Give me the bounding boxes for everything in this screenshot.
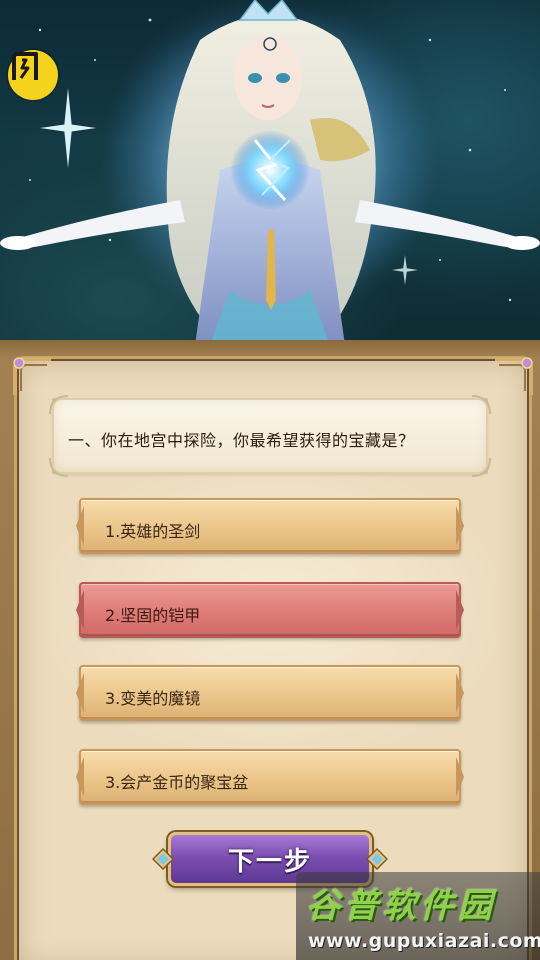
hero-illustration [0, 0, 540, 345]
lightning-logo-icon [12, 52, 38, 80]
option-endcap-icon [76, 506, 84, 546]
option-endcap-icon [456, 590, 464, 630]
card-corner-flourish-icon [471, 457, 491, 477]
app-logo-badge[interactable] [8, 50, 58, 100]
option-label: 3.变美的魔镜 [105, 689, 201, 708]
question-card: 一、你在地宫中探险，你最希望获得的宝藏是？ [49, 395, 491, 477]
goddess-artwork [0, 0, 540, 345]
option-label: 3.会产金币的聚宝盆 [105, 773, 249, 792]
option-endcap-icon [76, 757, 84, 797]
quiz-screen: 一、你在地宫中探险，你最希望获得的宝藏是？ 1.英雄的圣剑 2.坚固的铠甲 3.… [0, 0, 540, 960]
option-button-2[interactable]: 2.坚固的铠甲 [76, 582, 464, 638]
watermark-title: 谷普软件园 [306, 886, 496, 926]
option-label: 1.英雄的圣剑 [105, 522, 201, 541]
option-button-3[interactable]: 3.变美的魔镜 [76, 665, 464, 721]
option-endcap-icon [76, 673, 84, 713]
question-text: 一、你在地宫中探险，你最希望获得的宝藏是？ [68, 431, 415, 450]
option-button-1[interactable]: 1.英雄的圣剑 [76, 498, 464, 554]
card-corner-flourish-icon [49, 395, 69, 415]
site-watermark: 谷普软件园 www.gupuxiazai.com [296, 872, 540, 960]
card-corner-flourish-icon [471, 395, 491, 415]
option-label: 2.坚固的铠甲 [105, 606, 201, 625]
option-endcap-icon [456, 757, 464, 797]
option-endcap-icon [76, 590, 84, 630]
watermark-url: www.gupuxiazai.com [308, 930, 540, 952]
option-endcap-icon [456, 673, 464, 713]
option-button-4[interactable]: 3.会产金币的聚宝盆 [76, 749, 464, 805]
card-corner-flourish-icon [49, 457, 69, 477]
option-endcap-icon [456, 506, 464, 546]
frame-corner-ornament-icon [495, 357, 533, 395]
